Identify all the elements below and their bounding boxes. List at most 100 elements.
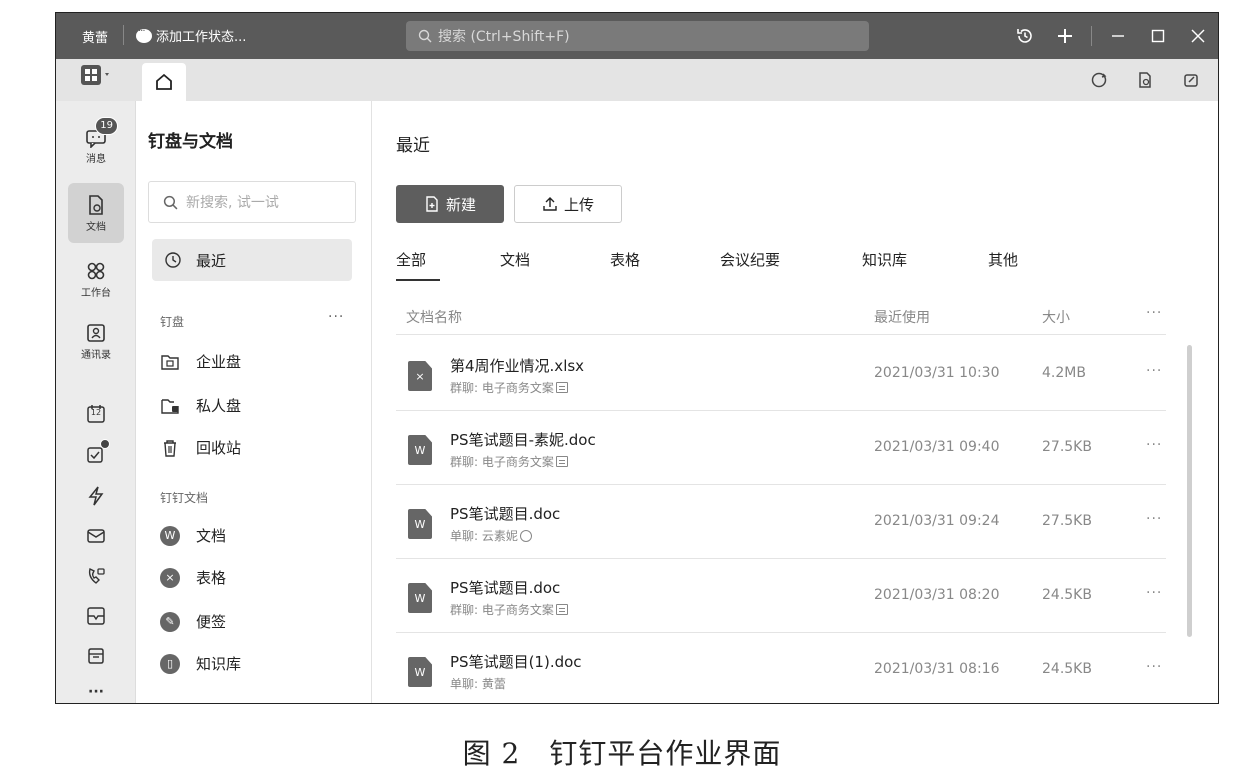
rail-call[interactable] <box>68 559 124 593</box>
table-row[interactable]: × 第4周作业情况.xlsx 群聊: 电子商务文案 2021/03/31 10:… <box>396 337 1166 411</box>
file-size: 27.5KB <box>1042 513 1092 529</box>
new-button-label: 新建 <box>445 195 476 214</box>
tab-other[interactable]: 其他 <box>988 249 1018 270</box>
file-list-scrollbar[interactable] <box>1187 345 1192 637</box>
rail-approval[interactable] <box>68 599 124 633</box>
chat-bubble-icon <box>136 26 152 43</box>
sidebar-item-label: 表格 <box>196 569 227 587</box>
word-file-icon: W <box>408 657 432 687</box>
sidebar-item-label: 便签 <box>196 613 227 631</box>
figure-caption: 图 2 钉钉平台作业界面 <box>462 737 782 770</box>
search-icon <box>418 29 432 43</box>
minimize-icon[interactable] <box>1098 13 1138 59</box>
sidebar-item-recent[interactable]: 最近 <box>152 239 352 281</box>
sidebar-item-knowledge-base[interactable]: ▯ 知识库 <box>160 653 241 674</box>
rail-ding[interactable] <box>68 479 124 513</box>
file-name: PS笔试题目.doc <box>450 579 561 597</box>
upload-button-label: 上传 <box>563 195 594 214</box>
trash-icon <box>164 439 176 457</box>
refresh-icon[interactable] <box>1080 65 1118 95</box>
close-icon[interactable] <box>1178 13 1218 59</box>
row-more-button[interactable]: ··· <box>1146 437 1162 453</box>
file-source: 群聊: 电子商务文案 <box>450 379 568 396</box>
sidebar-item-label: 企业盘 <box>196 353 242 371</box>
maximize-icon[interactable] <box>1138 13 1178 59</box>
history-icon[interactable] <box>1005 13 1045 59</box>
tab-tools <box>1080 65 1210 95</box>
left-rail: 消息 19 文档 工作台 通讯录 12 ··· <box>56 65 136 703</box>
tab-sheets[interactable]: 表格 <box>610 249 640 270</box>
new-button[interactable]: 新建 <box>396 185 504 223</box>
section-disk-title: 钉盘 <box>160 315 185 329</box>
docs-sidebar: 钉盘与文档 新搜索, 试一试 最近 钉盘 ··· 企业盘 私人盘 回收站 钉钉文… <box>136 101 372 703</box>
section-disk-more-button[interactable]: ··· <box>328 309 344 325</box>
rail-archive[interactable] <box>68 639 124 673</box>
sidebar-item-enterprise-disk[interactable]: 企业盘 <box>160 351 241 372</box>
file-source: 单聊: 黄蕾 <box>450 675 506 692</box>
contacts-icon <box>87 323 105 342</box>
sidebar-item-sheet[interactable]: × 表格 <box>160 567 226 588</box>
excel-file-icon: × <box>408 361 432 391</box>
unread-badge: 19 <box>95 117 118 135</box>
rail-contacts[interactable]: 通讯录 <box>68 313 124 369</box>
table-row[interactable]: W PS笔试题目(1).doc 单聊: 黄蕾 2021/03/31 08:16 … <box>396 633 1166 703</box>
rail-workbench[interactable]: 工作台 <box>68 251 124 307</box>
private-folder-icon <box>161 398 179 414</box>
tab-all[interactable]: 全部 <box>396 249 426 270</box>
rail-calendar[interactable]: 12 <box>68 397 124 431</box>
sidebar-item-recycle-bin[interactable]: 回收站 <box>160 437 241 458</box>
column-more-button[interactable]: ··· <box>1146 305 1162 321</box>
sidebar-item-note[interactable]: ✎ 便签 <box>160 611 226 632</box>
table-row[interactable]: W PS笔试题目-素妮.doc 群聊: 电子商务文案 2021/03/31 09… <box>396 411 1166 485</box>
rail-messages[interactable]: 消息 19 <box>68 113 124 179</box>
row-more-button[interactable]: ··· <box>1146 585 1162 601</box>
upload-icon <box>543 197 557 211</box>
add-icon[interactable] <box>1045 13 1085 59</box>
table-row[interactable]: W PS笔试题目.doc 单聊: 云素妮 2021/03/31 09:24 27… <box>396 485 1166 559</box>
word-file-icon: W <box>408 435 432 465</box>
knowledge-base-icon: ▯ <box>160 653 180 674</box>
approval-icon <box>87 607 105 625</box>
rail-todo[interactable] <box>68 437 124 471</box>
word-doc-icon: W <box>160 525 180 546</box>
tab-docs[interactable]: 文档 <box>500 249 530 270</box>
file-source: 群聊: 电子商务文案 <box>450 601 568 618</box>
file-size: 27.5KB <box>1042 439 1092 455</box>
user-name[interactable]: 黄蕾 <box>82 27 108 46</box>
row-more-button[interactable]: ··· <box>1146 511 1162 527</box>
file-name: 第4周作业情况.xlsx <box>450 357 585 375</box>
rail-mail[interactable] <box>68 519 124 553</box>
file-size: 24.5KB <box>1042 587 1092 603</box>
app-grid-icon <box>81 65 109 85</box>
note-icon: ✎ <box>160 611 180 632</box>
group-chat-icon <box>555 604 568 615</box>
phone-icon <box>88 567 105 584</box>
table-row[interactable]: W PS笔试题目.doc 群聊: 电子商务文案 2021/03/31 08:20… <box>396 559 1166 633</box>
upload-button[interactable]: 上传 <box>514 185 622 223</box>
todo-dot-badge <box>100 439 110 449</box>
row-more-button[interactable]: ··· <box>1146 659 1162 675</box>
sidebar-item-doc[interactable]: W 文档 <box>160 525 226 546</box>
tab-knowledge-base[interactable]: 知识库 <box>862 249 907 270</box>
main-content: 最近 新建 上传 全部 文档 表格 会议纪要 知识库 其他 文档名称 最近使用 … <box>372 101 1218 703</box>
smiley-icon <box>519 529 532 542</box>
rail-more[interactable]: ··· <box>68 679 124 703</box>
column-size-header: 大小 <box>1042 310 1070 326</box>
file-date: 2021/03/31 09:24 <box>874 513 1000 529</box>
app-grid-button[interactable] <box>68 55 124 95</box>
spreadsheet-icon: × <box>160 567 180 588</box>
new-doc-icon[interactable] <box>1126 65 1164 95</box>
tab-meeting-notes[interactable]: 会议纪要 <box>720 249 780 270</box>
sidebar-item-label: 回收站 <box>196 439 242 457</box>
sidebar-search-input[interactable]: 新搜索, 试一试 <box>148 181 356 223</box>
add-status-button[interactable]: 添加工作状态... <box>136 26 246 45</box>
global-search-input[interactable]: 搜索 (Ctrl+Shift+F) <box>406 21 869 51</box>
file-source-text: 群聊: 电子商务文案 <box>450 455 554 469</box>
home-tab[interactable] <box>142 63 186 101</box>
rail-docs[interactable]: 文档 <box>68 183 124 243</box>
file-size: 4.2MB <box>1042 365 1086 381</box>
sidebar-item-private-disk[interactable]: 私人盘 <box>160 395 241 416</box>
home-icon <box>156 73 172 90</box>
row-more-button[interactable]: ··· <box>1146 363 1162 379</box>
edit-window-icon[interactable] <box>1172 65 1210 95</box>
